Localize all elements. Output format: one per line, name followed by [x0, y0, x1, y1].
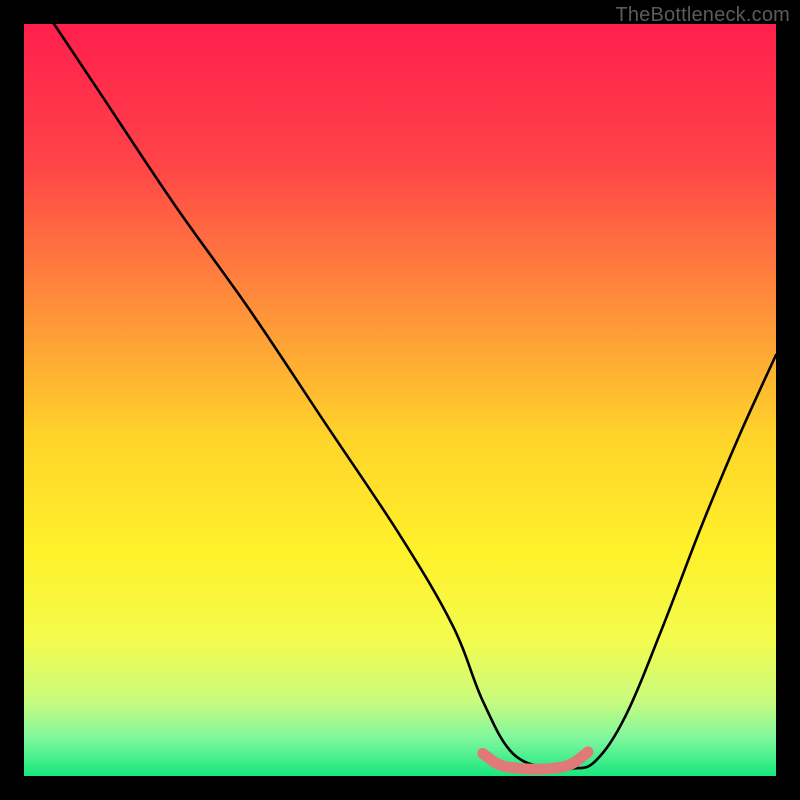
watermark-text: TheBottleneck.com [615, 4, 790, 27]
chart-svg [24, 24, 776, 776]
valley-marker [483, 752, 588, 769]
bottleneck-curve [54, 24, 776, 770]
plot-area [24, 24, 776, 776]
chart-frame: TheBottleneck.com [0, 0, 800, 800]
